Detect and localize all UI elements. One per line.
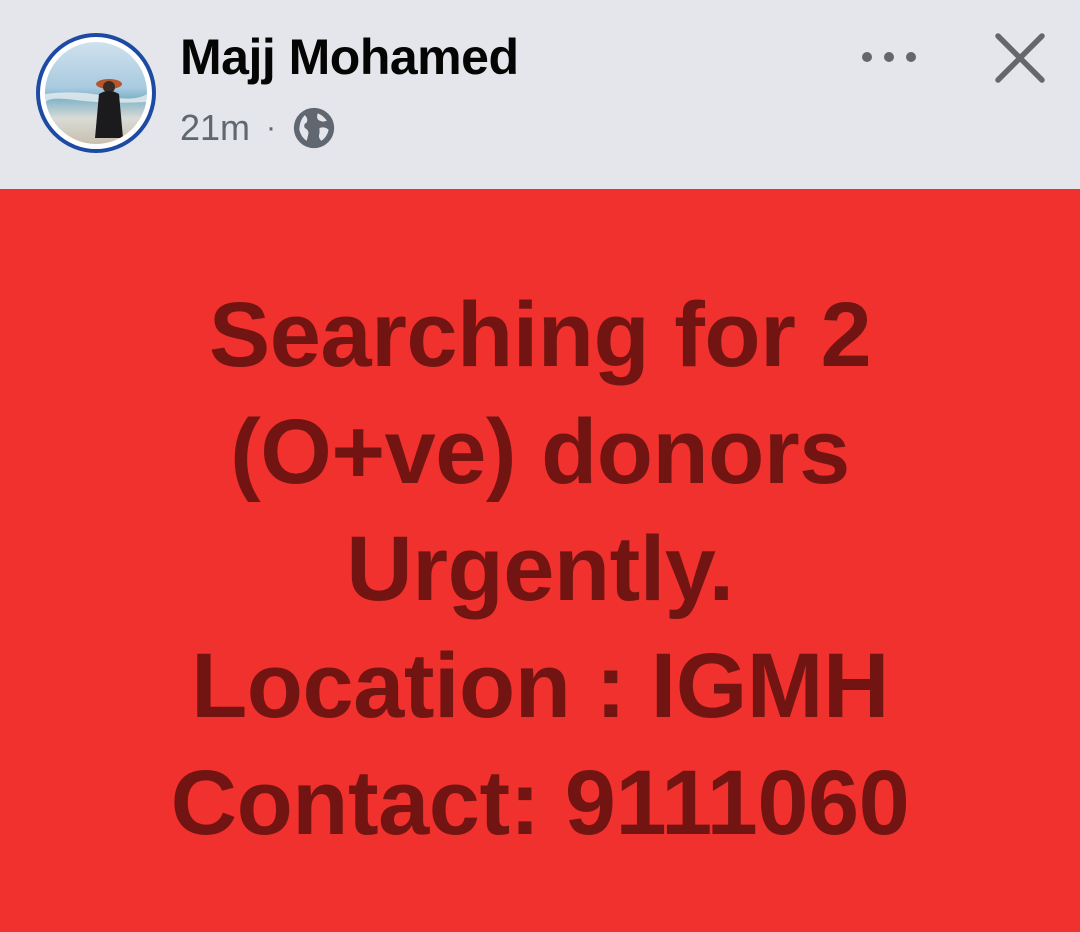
globe-icon[interactable] [292,106,336,150]
message-line: Location : IGMH [191,635,889,737]
message-line: Urgently. [346,518,734,620]
post-timestamp[interactable]: 21m [180,107,250,149]
post-message: Searching for 2 (O+ve) donors Urgently. … [0,277,1080,862]
close-icon[interactable] [990,28,1050,88]
post-content: Searching for 2 (O+ve) donors Urgently. … [0,189,1080,932]
post-card: Majj Mohamed 21m · Searching for 2 (O+ve… [0,0,1080,932]
avatar-photo [45,42,147,144]
message-line: Searching for 2 [208,284,872,386]
author-name[interactable]: Majj Mohamed [180,28,519,86]
post-header: Majj Mohamed 21m · [0,0,1080,189]
post-meta: 21m · [180,104,336,152]
more-options-icon[interactable] [858,40,920,74]
avatar[interactable] [36,33,156,153]
message-line: (O+ve) donors [230,401,850,503]
meta-separator: · [266,111,277,144]
message-line: Contact: 9111060 [170,752,910,854]
